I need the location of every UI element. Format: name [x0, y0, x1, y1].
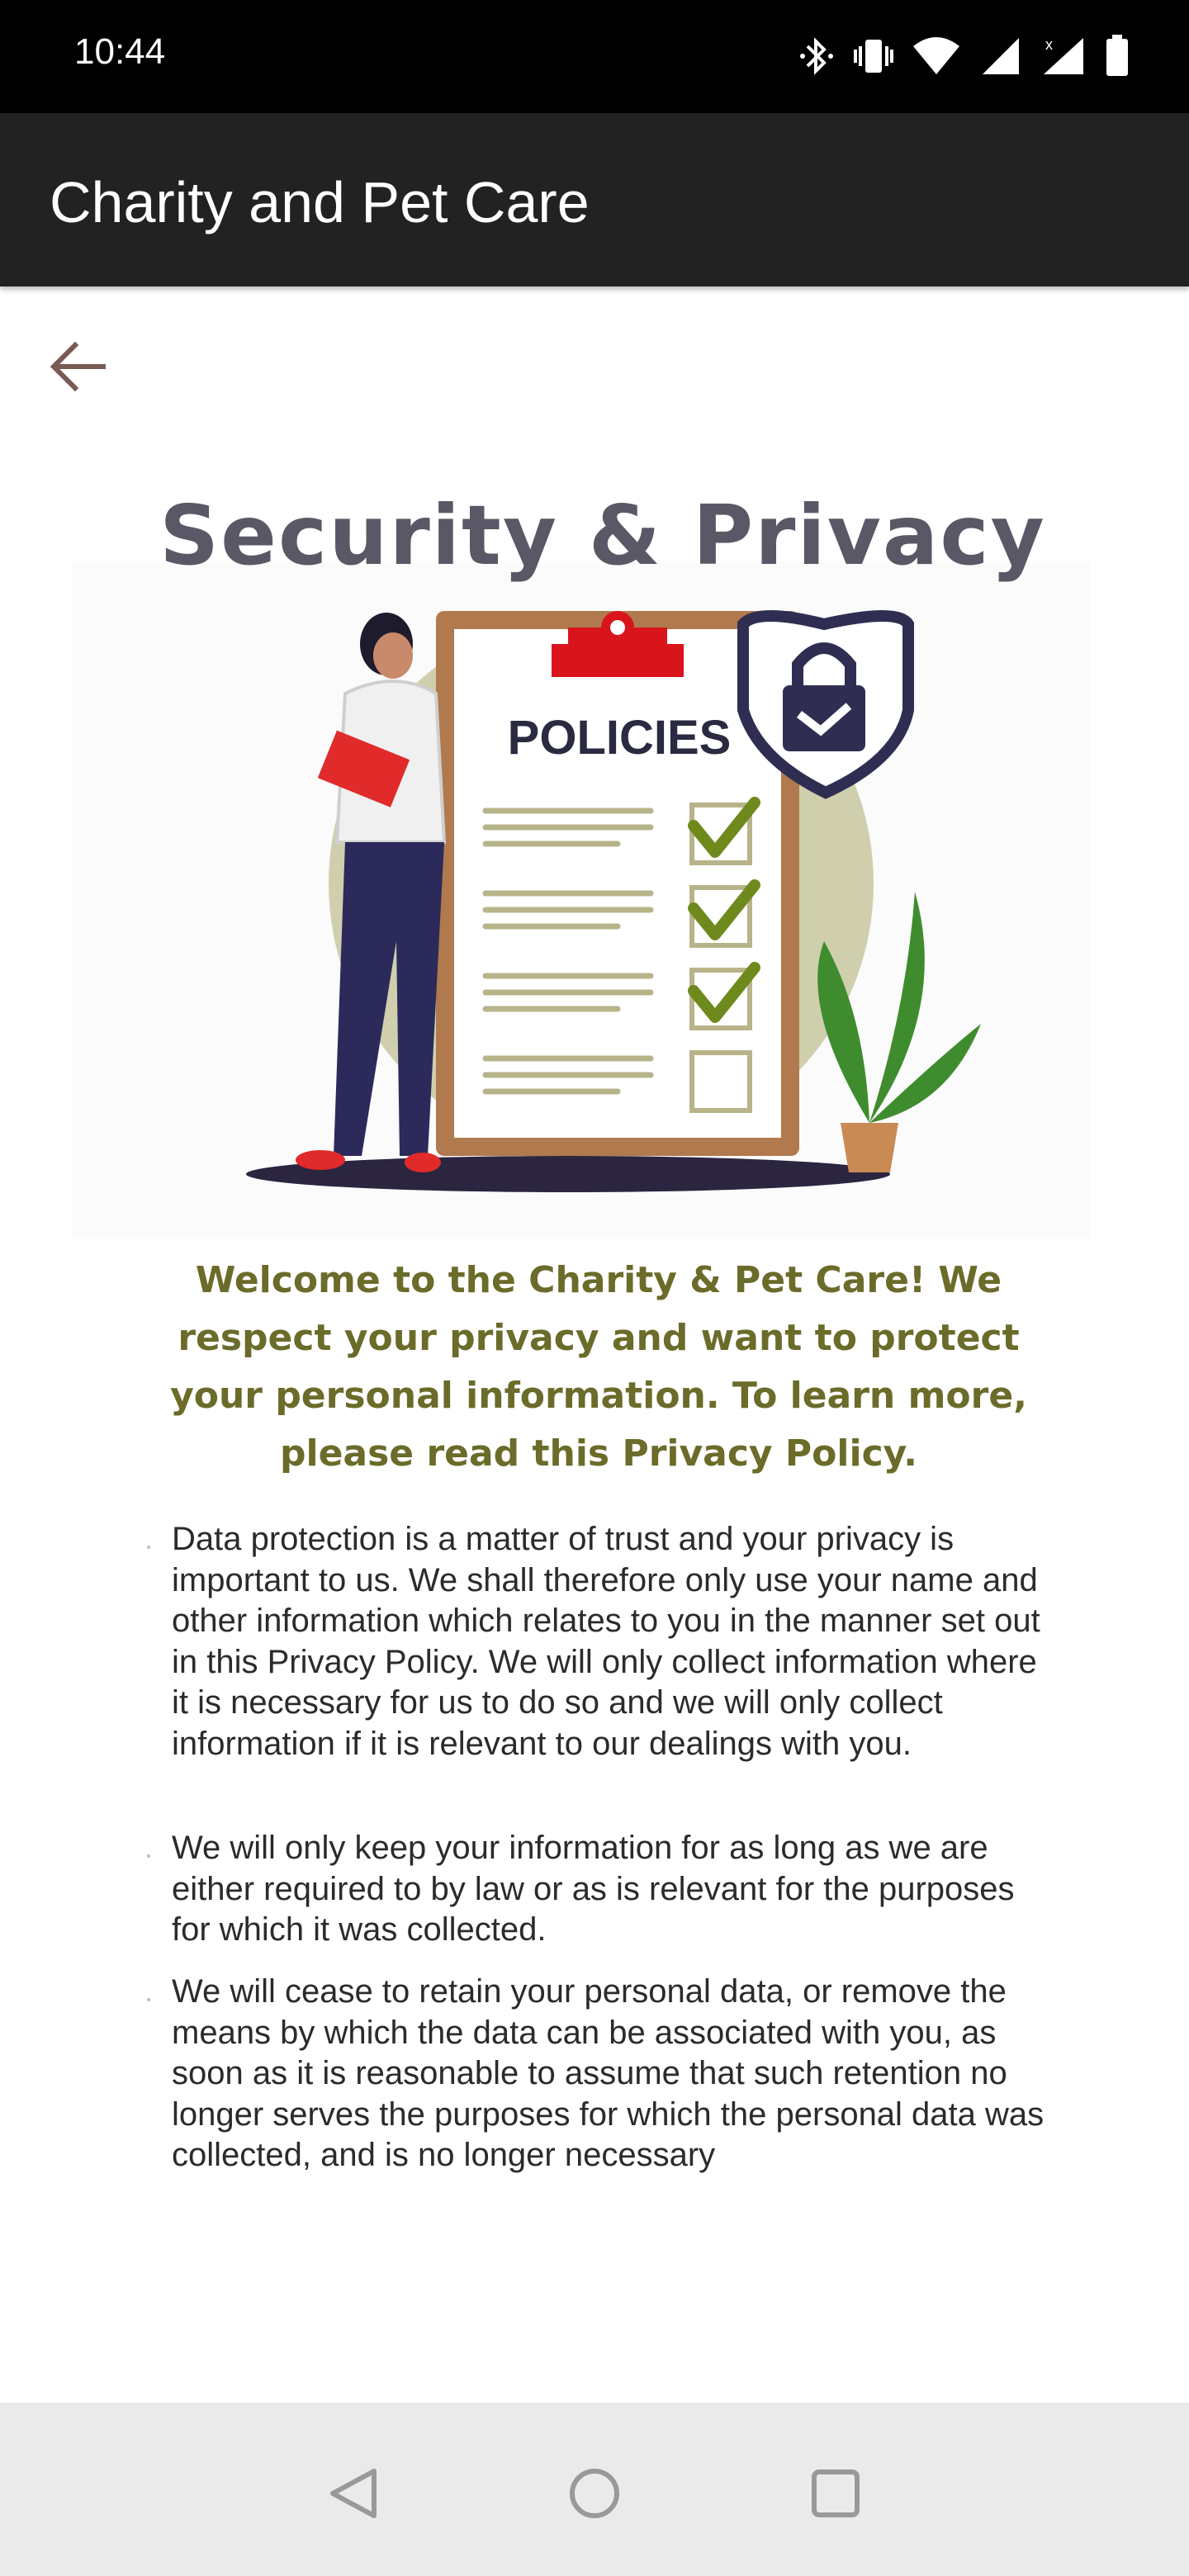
status-icons: x [799, 31, 1130, 81]
status-time: 10:44 [74, 31, 166, 72]
nav-home-icon [570, 2469, 619, 2518]
battery-icon [1105, 35, 1130, 78]
bullet-dot [147, 1998, 150, 2001]
svg-text:x: x [1045, 36, 1053, 53]
back-button[interactable] [40, 329, 116, 405]
bullet-dot [147, 1854, 150, 1858]
nav-recents-icon [812, 2469, 860, 2517]
signal-icon [979, 35, 1022, 78]
clipboard-label: POLICIES [507, 711, 732, 765]
app-bar: Charity and Pet Care [0, 113, 1189, 286]
privacy-paragraph-3: We will cease to retain your personal da… [172, 1973, 1045, 2173]
nav-back-button[interactable] [320, 2460, 386, 2526]
bullet-dot [147, 1546, 150, 1549]
intro-heading: Welcome to the Charity & Pet Care! We re… [170, 1259, 1027, 1475]
privacy-paragraph-2: We will only keep your information for a… [172, 1830, 1015, 1948]
bluetooth-icon [799, 35, 836, 78]
illustration-title: Security & Privacy [159, 487, 1046, 584]
vibrate-icon [854, 35, 893, 78]
privacy-paragraph-1: Data protection is a matter of trust and… [172, 1521, 1040, 1762]
nav-home-button[interactable] [561, 2460, 628, 2526]
signal-no-data-icon: x [1040, 35, 1087, 78]
privacy-illustration [73, 479, 1090, 1238]
system-nav-bar [0, 2403, 1189, 2576]
wifi-icon [912, 35, 961, 78]
status-bar: 10:44 x [0, 0, 1189, 113]
nav-back-icon [330, 2469, 377, 2518]
arrow-back-icon [50, 341, 106, 392]
app-title: Charity and Pet Care [50, 170, 590, 234]
nav-recents-button[interactable] [803, 2460, 869, 2526]
